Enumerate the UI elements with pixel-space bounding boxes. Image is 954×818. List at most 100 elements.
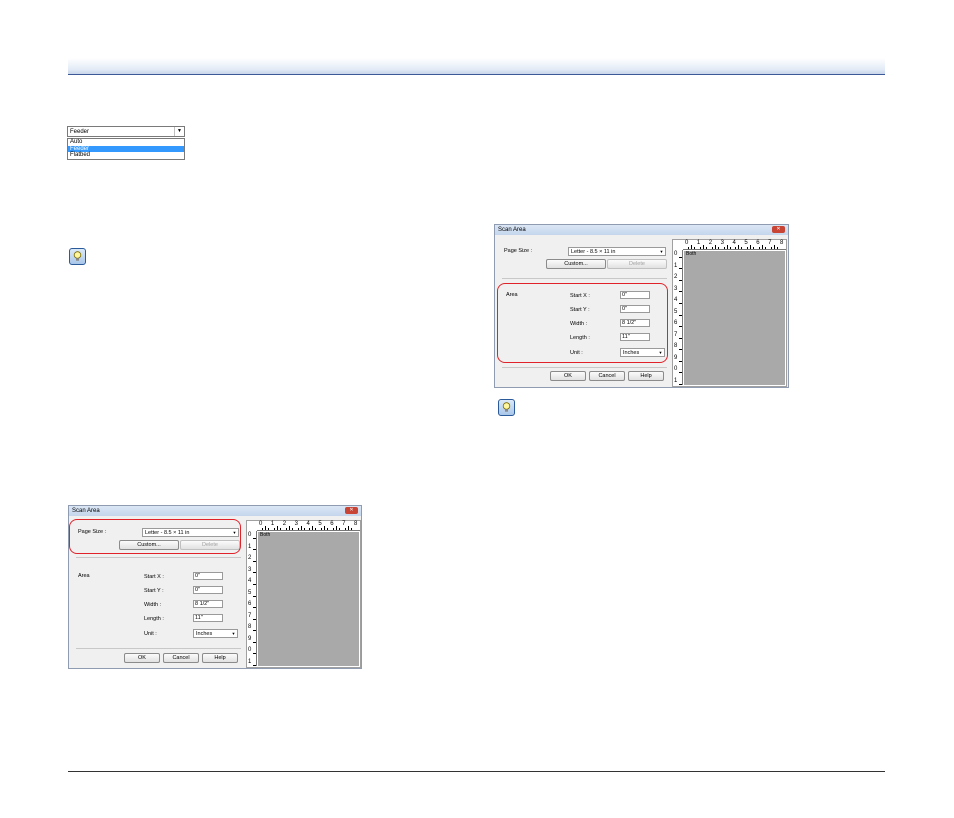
ruler-label: 2 bbox=[248, 555, 252, 562]
start-x-field[interactable]: 0" bbox=[193, 572, 223, 580]
unit-select[interactable]: Inches ▼ bbox=[193, 629, 238, 638]
chevron-down-icon[interactable]: ▼ bbox=[658, 248, 665, 255]
lightbulb-icon bbox=[498, 399, 515, 416]
ruler-label: 6 bbox=[756, 240, 760, 246]
ruler-tick bbox=[303, 528, 305, 530]
divider bbox=[76, 648, 241, 649]
ruler-tick bbox=[679, 291, 682, 293]
ruler-tick bbox=[705, 247, 707, 249]
ruler-vertical: 0 1 2 3 4 5 6 7 8 9 0 1 bbox=[673, 250, 683, 385]
ruler-tick bbox=[702, 245, 704, 249]
ruler-tick bbox=[679, 360, 682, 362]
help-button[interactable]: Help bbox=[202, 653, 238, 663]
ruler-label: 1 bbox=[248, 543, 252, 550]
ruler-horizontal: 0 1 2 3 4 5 6 7 8 bbox=[683, 240, 786, 250]
ruler-tick bbox=[711, 247, 713, 249]
divider bbox=[76, 557, 241, 558]
preview-side-label: Both bbox=[260, 532, 271, 538]
help-button[interactable]: Help bbox=[628, 371, 664, 381]
ruler-tick bbox=[777, 247, 779, 249]
ruler-tick bbox=[738, 245, 740, 249]
ruler-tick bbox=[309, 528, 311, 530]
unit-label: Unit : bbox=[144, 631, 157, 637]
ruler-label: 6 bbox=[330, 521, 334, 527]
page-size-label: Page Size : bbox=[504, 248, 533, 254]
ruler-label: 5 bbox=[248, 589, 252, 596]
ruler-label: 7 bbox=[342, 521, 346, 527]
ruler-tick bbox=[679, 337, 682, 339]
ruler-tick bbox=[717, 247, 719, 249]
ruler-tick bbox=[324, 526, 326, 530]
ruler-tick bbox=[679, 302, 682, 304]
ruler-tick bbox=[300, 526, 302, 530]
ruler-label: 1 bbox=[270, 521, 275, 527]
ruler-tick bbox=[264, 526, 266, 530]
width-field[interactable]: 8 1/2" bbox=[193, 600, 223, 608]
ruler-tick bbox=[253, 595, 256, 597]
ruler-tick bbox=[690, 245, 692, 249]
chevron-down-icon[interactable]: ▼ bbox=[174, 127, 184, 136]
cancel-button[interactable]: Cancel bbox=[163, 653, 199, 663]
ruler-label: 8 bbox=[780, 240, 784, 246]
ruler-label: 4 bbox=[732, 240, 736, 246]
ruler-label: 3 bbox=[674, 285, 678, 292]
cancel-button[interactable]: Cancel bbox=[589, 371, 625, 381]
ruler-tick bbox=[735, 247, 737, 249]
source-select[interactable]: Feeder ▼ bbox=[67, 126, 185, 137]
source-options-list: Auto Feeder Flatbed bbox=[67, 138, 185, 160]
ruler-tick bbox=[312, 526, 314, 530]
ruler-tick bbox=[765, 247, 767, 249]
ruler-label: 1 bbox=[696, 240, 701, 246]
ruler-tick bbox=[253, 630, 256, 632]
ruler-label: 7 bbox=[248, 612, 252, 619]
divider bbox=[502, 367, 667, 368]
ok-button[interactable]: OK bbox=[550, 371, 586, 381]
area-label: Area bbox=[78, 573, 90, 579]
chevron-down-icon[interactable]: ▼ bbox=[230, 630, 237, 637]
footer-rule bbox=[68, 771, 885, 772]
ruler-label: 1 bbox=[248, 659, 252, 665]
ruler-label: 8 bbox=[248, 624, 252, 631]
ruler-label: 8 bbox=[674, 343, 678, 350]
ruler-label: 4 bbox=[674, 297, 678, 304]
ruler-tick bbox=[253, 607, 256, 609]
length-field[interactable]: 11" bbox=[193, 614, 223, 622]
ruler-label: 3 bbox=[294, 521, 298, 527]
preview-panel: 0 1 2 3 4 5 6 7 8 0 1 2 3 4 5 6 7 8 9 0 1 Both bbox=[672, 239, 787, 387]
ruler-label: 9 bbox=[674, 354, 678, 361]
ruler-tick bbox=[679, 383, 682, 385]
source-option-flatbed[interactable]: Flatbed bbox=[68, 152, 184, 159]
ruler-label: 0 bbox=[685, 240, 689, 246]
ruler-tick bbox=[253, 618, 256, 620]
ruler-tick bbox=[679, 326, 682, 328]
start-y-label: Start Y : bbox=[144, 588, 164, 594]
close-icon[interactable]: ✕ bbox=[772, 226, 785, 233]
ruler-tick bbox=[351, 528, 353, 530]
ruler-tick bbox=[747, 247, 749, 249]
ruler-label: 9 bbox=[248, 635, 252, 642]
ruler-tick bbox=[723, 247, 725, 249]
ruler-tick bbox=[762, 245, 764, 249]
ruler-tick bbox=[276, 526, 278, 530]
ruler-label: 4 bbox=[306, 521, 310, 527]
highlight-area-fields bbox=[497, 283, 668, 363]
delete-button[interactable]: Delete bbox=[607, 259, 667, 269]
page-size-select[interactable]: Letter - 8.5 × 11 in ▼ bbox=[568, 247, 666, 256]
ruler-tick bbox=[267, 528, 269, 530]
start-y-field[interactable]: 0" bbox=[193, 586, 223, 594]
close-icon[interactable]: ✕ bbox=[345, 507, 358, 514]
ruler-tick bbox=[327, 528, 329, 530]
ruler-tick bbox=[253, 537, 256, 539]
ok-button[interactable]: OK bbox=[124, 653, 160, 663]
ruler-label: 0 bbox=[259, 521, 263, 527]
ruler-tick bbox=[253, 560, 256, 562]
ruler-tick bbox=[253, 641, 256, 643]
ruler-label: 5 bbox=[674, 308, 678, 315]
ruler-tick bbox=[726, 245, 728, 249]
custom-button[interactable]: Custom... bbox=[546, 259, 606, 269]
ruler-label: 0 bbox=[674, 251, 678, 257]
ruler-tick bbox=[336, 526, 338, 530]
ruler-tick bbox=[753, 247, 755, 249]
ruler-tick bbox=[285, 528, 287, 530]
preview-side-label: Both bbox=[686, 251, 697, 257]
